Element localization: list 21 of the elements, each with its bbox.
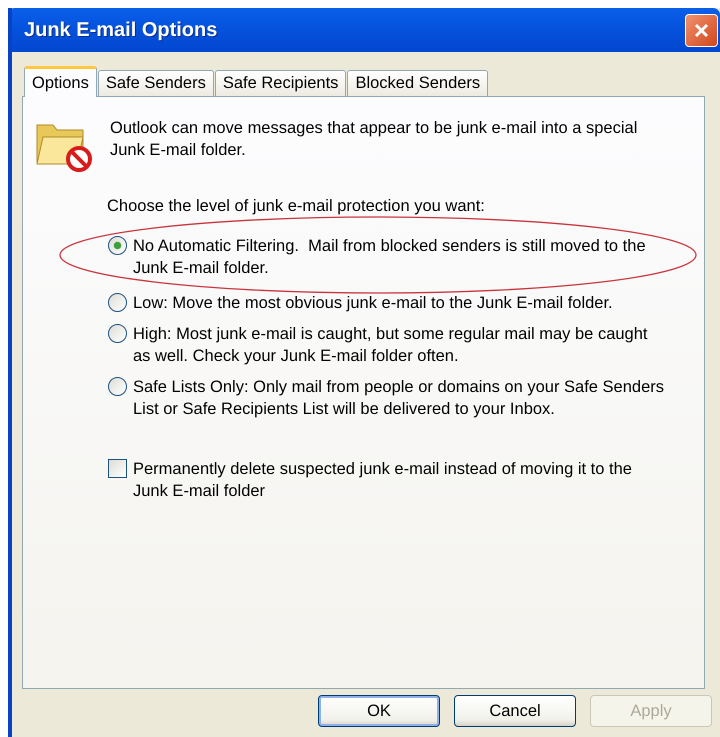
radio-button[interactable] xyxy=(108,236,127,255)
radio-button[interactable] xyxy=(108,324,127,343)
tab[interactable]: Safe Recipients xyxy=(214,70,346,96)
prompt-text: Choose the level of junk e-mail protection you want: xyxy=(107,196,486,217)
checkbox-label: Permanently delete suspected junk e-mail instead of moving it to the Junk E-mail folder xyxy=(133,459,633,502)
radio-button[interactable] xyxy=(108,377,127,396)
radio-button[interactable] xyxy=(108,293,127,312)
radio-label: Safe Lists Only: Only mail from people or domains on your Safe Senders List or Safe Recipients List will be delivered to your Inbox. xyxy=(133,377,666,420)
dialog-button[interactable]: Cancel xyxy=(454,695,576,727)
intro-text: Outlook can move messages that appear to be junk e-mail into a special Junk E-mail folder. xyxy=(110,118,638,161)
window-title: Junk E-mail Options xyxy=(24,18,218,42)
radio-label: No Automatic Filtering. Mail from blocked senders is still moved to the Junk E-mail folder. xyxy=(133,236,647,279)
tab[interactable]: Safe Senders xyxy=(98,70,214,96)
radio-label: Low: Move the most obvious junk e-mail to the Junk E-mail folder. xyxy=(133,293,613,314)
checkbox[interactable] xyxy=(108,459,127,478)
tab[interactable]: Blocked Senders xyxy=(347,70,488,96)
radio-label: High: Most junk e-mail is caught, but some regular mail may be caught as well. Check your Junk E-mail folder often. xyxy=(133,324,648,367)
close-button[interactable] xyxy=(685,14,718,46)
dialog-button[interactable]: OK xyxy=(318,695,440,727)
close-icon xyxy=(693,22,710,38)
tab[interactable]: Options xyxy=(24,66,97,97)
